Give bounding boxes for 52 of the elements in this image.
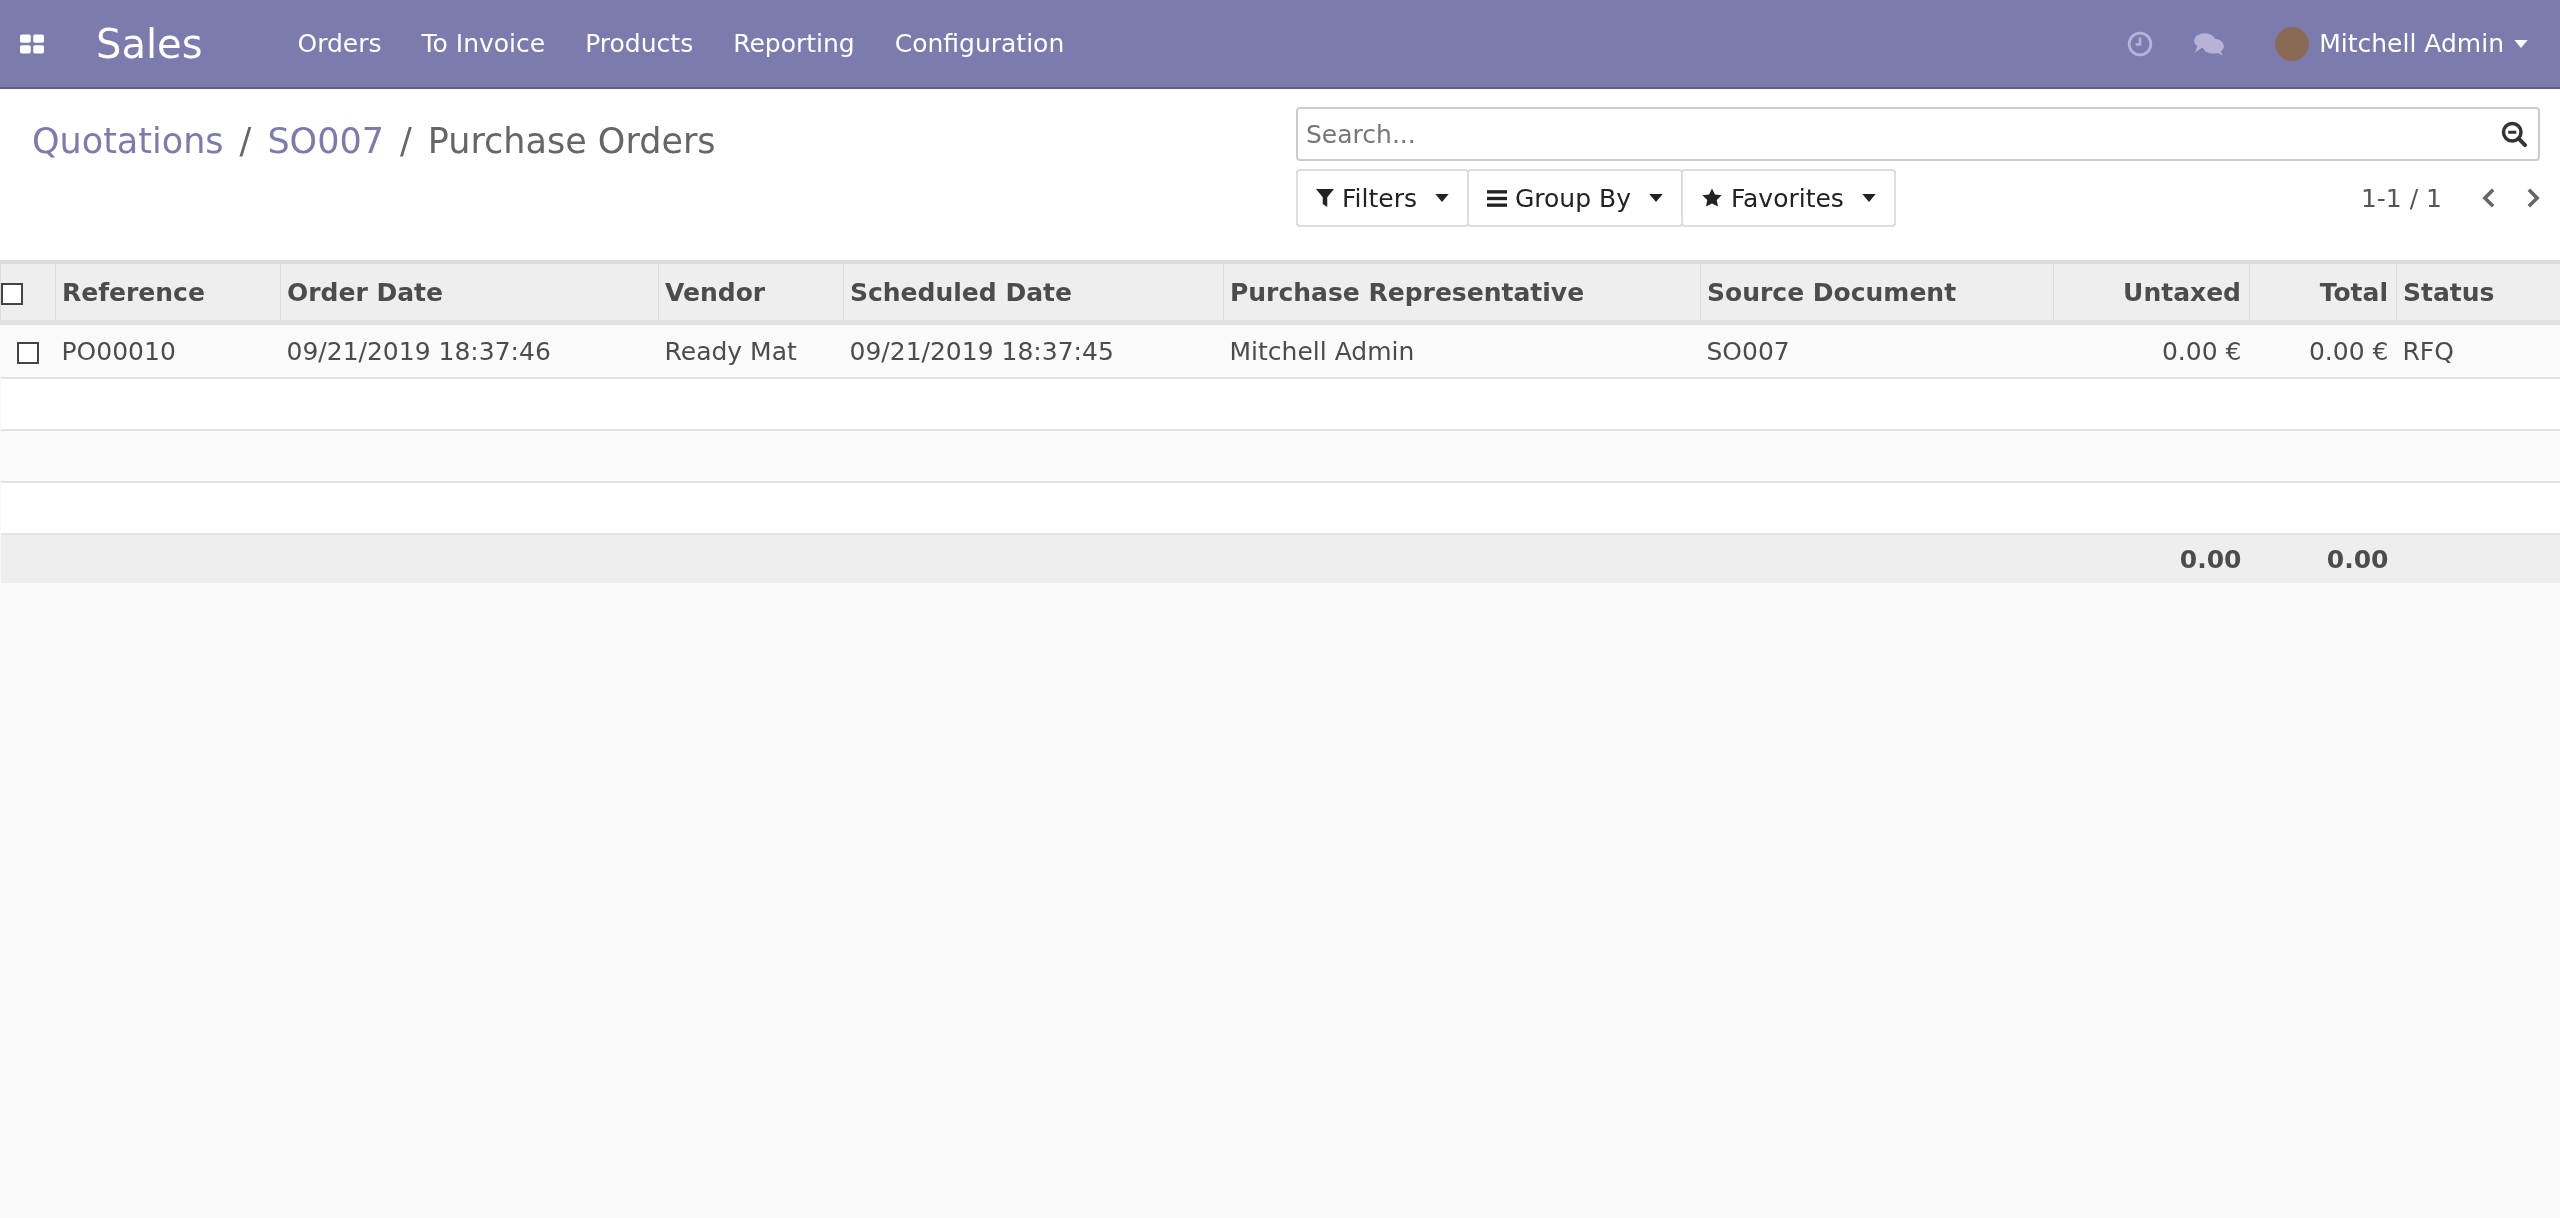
column-header[interactable]: Vendor [658,262,844,323]
menu-item[interactable]: Configuration [894,29,1065,58]
star-icon [1700,187,1723,209]
select-all-checkbox[interactable] [1,282,23,305]
column-header[interactable]: Status [2396,262,2560,323]
previous-page-icon[interactable] [2482,187,2496,209]
apps-grid-icon[interactable] [20,33,44,54]
column-header[interactable]: Reference [55,262,281,323]
caret-icon [2514,39,2528,48]
search-field[interactable]: Search... [1296,107,2540,161]
column-header[interactable]: Source Document [1700,262,2054,323]
list-icon [1486,189,1507,207]
table-cell: 09/21/2019 18:37:45 [843,322,1224,378]
filter-icon [1316,189,1334,207]
column-total: 0.00 [2326,544,2389,574]
search-option-button[interactable]: Favorites [1680,169,1896,227]
avatar [2275,26,2310,61]
column-total: 0.00 [2179,544,2242,574]
column-header[interactable]: Untaxed [2053,262,2250,323]
table-cell: 09/21/2019 18:37:46 [280,322,659,378]
page-title: Purchase Orders [427,121,716,161]
caret-icon [1861,194,1876,202]
breadcrumb-link[interactable]: SO007 [267,121,384,161]
table-cell: 0.00 € [2053,322,2250,378]
breadcrumb-separator: / [239,121,252,161]
search-icon[interactable] [2500,120,2528,148]
app-name[interactable]: Sales [96,20,203,67]
next-page-icon[interactable] [2526,187,2540,209]
row-checkbox[interactable] [17,341,39,364]
table-cell: PO00010 [55,322,281,378]
caret-icon [1648,194,1663,202]
column-header[interactable]: Purchase Representative [1223,262,1701,323]
table-cell: RFQ [2396,322,2560,378]
table-cell: 0.00 € [2249,322,2397,378]
column-header[interactable]: Order Date [280,262,659,323]
column-header[interactable]: Total [2249,262,2397,323]
table-cell: SO007 [1700,322,2054,378]
menu-item[interactable]: To Invoice [421,29,546,58]
caret-icon [1434,194,1449,202]
menu-item[interactable]: Orders [297,29,382,58]
breadcrumb-separator: / [400,121,412,161]
breadcrumb-link[interactable]: Quotations [32,121,224,161]
menu-item[interactable]: Reporting [733,29,855,58]
search-option-button[interactable]: Group By [1466,169,1683,227]
menu-item[interactable]: Products [585,29,694,58]
user-menu[interactable]: Mitchell Admin [2275,26,2528,61]
table-cell: Mitchell Admin [1223,322,1701,378]
search-option-button[interactable]: Filters [1296,169,1469,227]
column-header[interactable]: Scheduled Date [843,262,1224,323]
user-name: Mitchell Admin [2319,29,2504,58]
table-cell: Ready Mat [658,322,844,378]
pager-value: 1-1 / 1 [2360,183,2442,213]
